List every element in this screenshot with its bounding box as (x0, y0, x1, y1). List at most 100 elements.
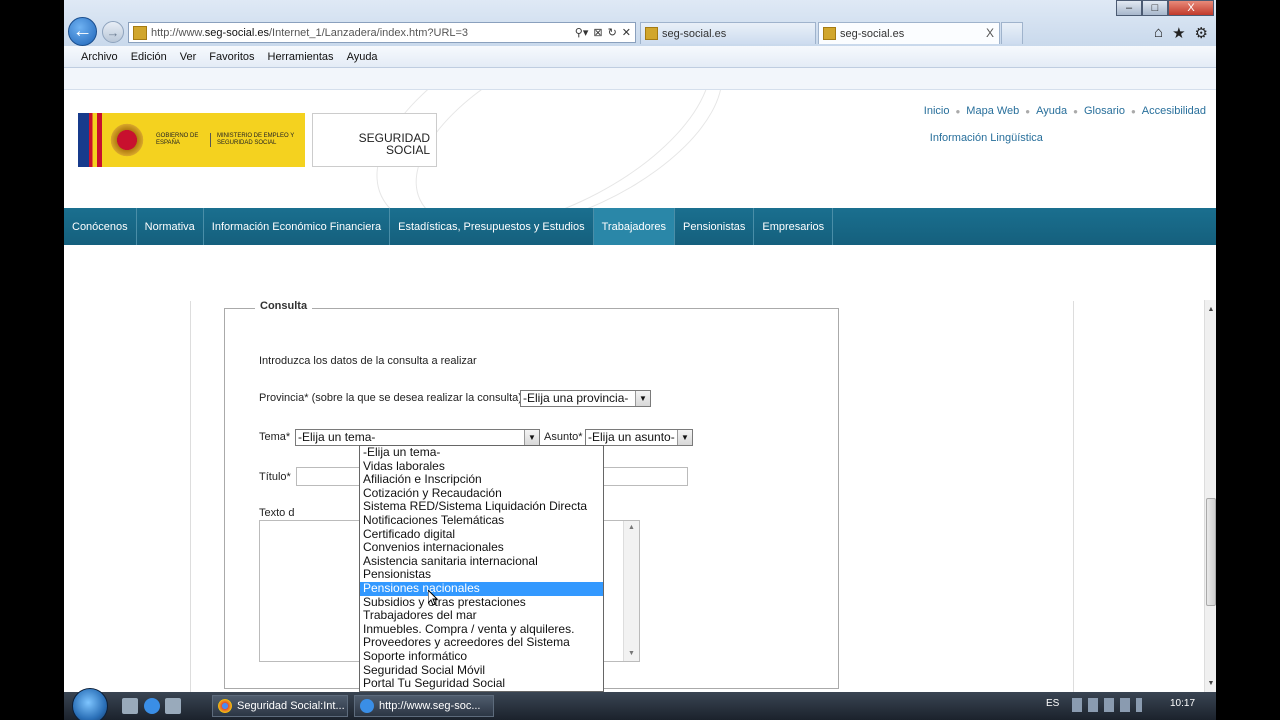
titulo-label: Título* (259, 471, 291, 483)
tema-option[interactable]: Asistencia sanitaria internacional (360, 555, 603, 569)
tab-1[interactable]: seg-social.es (640, 22, 816, 44)
link-informacion-linguistica[interactable]: Información Lingüística (930, 132, 1043, 144)
tema-option[interactable]: Proveedores y acreedores del Sistema (360, 636, 603, 650)
taskbar-item-chrome[interactable]: Seguridad Social:Int... (212, 695, 348, 717)
nav-informacion-economico-financiera[interactable]: Información Económico Financiera (204, 208, 391, 245)
tab-2[interactable]: seg-social.es X (818, 22, 1000, 44)
site-header: GOBIERNO DE ESPAÑA MINISTERIO DE EMPLEO … (64, 90, 1216, 208)
tema-option[interactable]: Vidas laborales (360, 460, 603, 474)
clock[interactable]: 10:17 (1170, 698, 1195, 709)
scroll-down-icon[interactable]: ▼ (1205, 680, 1216, 687)
nav-conocenos[interactable]: Conócenos (64, 208, 137, 245)
command-bar (64, 68, 1216, 90)
provincia-label: Provincia* (sobre la que se desea realiz… (259, 392, 522, 404)
scrollbar-thumb[interactable] (1206, 498, 1216, 606)
provincia-select[interactable]: -Elija una provincia- ▼ (520, 390, 651, 407)
main-navigation: Conócenos Normativa Información Económic… (64, 208, 1216, 245)
nav-pensionistas[interactable]: Pensionistas (675, 208, 755, 245)
favorites-star-icon[interactable]: ★ (1172, 24, 1185, 42)
chrome-icon (218, 699, 232, 713)
page-content: Consulta Introduzca los datos de la cons… (64, 245, 1204, 692)
forward-button[interactable]: → (102, 21, 124, 43)
scroll-up-icon[interactable]: ▲ (624, 521, 639, 535)
tema-dropdown-list[interactable]: -Elija un tema- Vidas laborales Afiliación… (359, 445, 604, 692)
chevron-down-icon: ▼ (677, 430, 692, 445)
asunto-select[interactable]: -Elija un asunto- ▼ (585, 429, 693, 446)
tema-option[interactable]: Seguridad Social Móvil (360, 664, 603, 678)
tema-option[interactable]: Convenios internacionales (360, 541, 603, 555)
tema-option[interactable]: Portal Tu Seguridad Social (360, 677, 603, 691)
compatibility-view-icon[interactable]: ⊠ (593, 26, 602, 39)
stop-icon[interactable]: ✕ (622, 26, 631, 39)
address-bar[interactable]: http://www.seg-social.es/Internet_1/Lanz… (128, 22, 636, 43)
maximize-button[interactable]: □ (1142, 0, 1168, 16)
seguridad-social-logo[interactable]: SEGURIDAD SOCIAL (312, 113, 437, 167)
tema-option[interactable]: Sistema RED/Sistema Liquidación Directa (360, 500, 603, 514)
texto-label: Texto d (259, 507, 295, 519)
tools-gear-icon[interactable]: ⚙ (1195, 24, 1208, 42)
link-mapa-web[interactable]: Mapa Web (966, 105, 1019, 117)
browser-window: ← → http://www.seg-social.es/Internet_1/… (64, 0, 1216, 720)
search-icon[interactable]: ⚲▾ (575, 26, 589, 39)
chevron-down-icon: ▼ (635, 391, 650, 406)
tema-option[interactable]: Subsidios y otras prestaciones (360, 596, 603, 610)
window-controls: – □ X (1116, 0, 1214, 16)
taskbar-item-ie[interactable]: http://www.seg-soc... (354, 695, 494, 717)
tema-option[interactable]: Cotización y Recaudación (360, 487, 603, 501)
consulta-legend: Consulta (255, 300, 313, 312)
column-divider (190, 301, 191, 692)
minimize-button[interactable]: – (1116, 0, 1142, 16)
tema-option[interactable]: Trabajadores del mar (360, 609, 603, 623)
home-icon[interactable]: ⌂ (1154, 24, 1163, 42)
address-url[interactable]: http://www.seg-social.es/Internet_1/Lanz… (151, 27, 575, 39)
tab-favicon-icon (823, 27, 836, 40)
tema-option[interactable]: Pensionistas (360, 568, 603, 582)
utility-links: Inicio ● Mapa Web ● Ayuda ● Glosario ● Accesibil… (923, 105, 1206, 144)
link-inicio[interactable]: Inicio (924, 105, 950, 117)
back-arrow-icon: ← (72, 20, 93, 42)
link-accesibilidad[interactable]: Accesibilidad (1142, 105, 1206, 117)
language-indicator[interactable]: ES (1046, 698, 1059, 709)
menu-herramientas[interactable]: Herramientas (268, 51, 334, 63)
tema-option[interactable]: Afiliación e Inscripción (360, 473, 603, 487)
gobierno-logo[interactable]: GOBIERNO DE ESPAÑA MINISTERIO DE EMPLEO … (78, 113, 305, 167)
gobierno-logo-text: GOBIERNO DE ESPAÑA (156, 133, 199, 146)
refresh-icon[interactable]: ↻ (608, 26, 617, 39)
internet-explorer-icon (360, 699, 374, 713)
tema-option[interactable]: Pensiones nacionales (360, 581, 603, 596)
menu-edicion[interactable]: Edición (131, 51, 167, 63)
nav-normativa[interactable]: Normativa (137, 208, 204, 245)
internet-explorer-icon[interactable] (144, 698, 160, 714)
page-scrollbar[interactable]: ▲ ▼ (1204, 300, 1216, 692)
close-tab-icon[interactable]: X (986, 26, 994, 40)
menu-favoritos[interactable]: Favoritos (209, 51, 254, 63)
menu-ayuda[interactable]: Ayuda (347, 51, 378, 63)
start-button[interactable] (72, 688, 108, 720)
textarea-scrollbar[interactable]: ▲ ▼ (623, 521, 639, 661)
forward-arrow-icon: → (106, 24, 120, 40)
scroll-down-icon[interactable]: ▼ (624, 647, 639, 661)
tema-option[interactable]: Soporte informático (360, 650, 603, 664)
tema-option[interactable]: Notificaciones Telemáticas (360, 514, 603, 528)
switch-windows-icon[interactable] (165, 698, 181, 714)
nav-trabajadores[interactable]: Trabajadores (593, 208, 676, 245)
scroll-up-icon[interactable]: ▲ (1205, 306, 1216, 313)
menu-archivo[interactable]: Archivo (81, 51, 118, 63)
spain-flag-icon (78, 113, 102, 167)
tema-option[interactable]: -Elija un tema- (360, 446, 603, 460)
tema-option[interactable]: Inmuebles. Compra / venta y alquileres. (360, 623, 603, 637)
system-tray-icons[interactable] (1072, 698, 1142, 712)
new-tab-button[interactable] (1001, 22, 1023, 44)
link-ayuda[interactable]: Ayuda (1036, 105, 1067, 117)
nav-empresarios[interactable]: Empresarios (754, 208, 834, 245)
nav-estadisticas[interactable]: Estadísticas, Presupuestos y Estudios (390, 208, 594, 245)
close-window-button[interactable]: X (1168, 0, 1214, 16)
tema-select[interactable]: -Elija un tema- ▼ (295, 429, 540, 446)
tema-option[interactable]: Certificado digital (360, 528, 603, 542)
link-glosario[interactable]: Glosario (1084, 105, 1125, 117)
mouse-cursor-icon (428, 590, 438, 606)
back-button[interactable]: ← (68, 17, 97, 46)
show-desktop-icon[interactable] (122, 698, 138, 714)
form-intro: Introduzca los datos de la consulta a re… (259, 355, 477, 367)
menu-ver[interactable]: Ver (180, 51, 197, 63)
